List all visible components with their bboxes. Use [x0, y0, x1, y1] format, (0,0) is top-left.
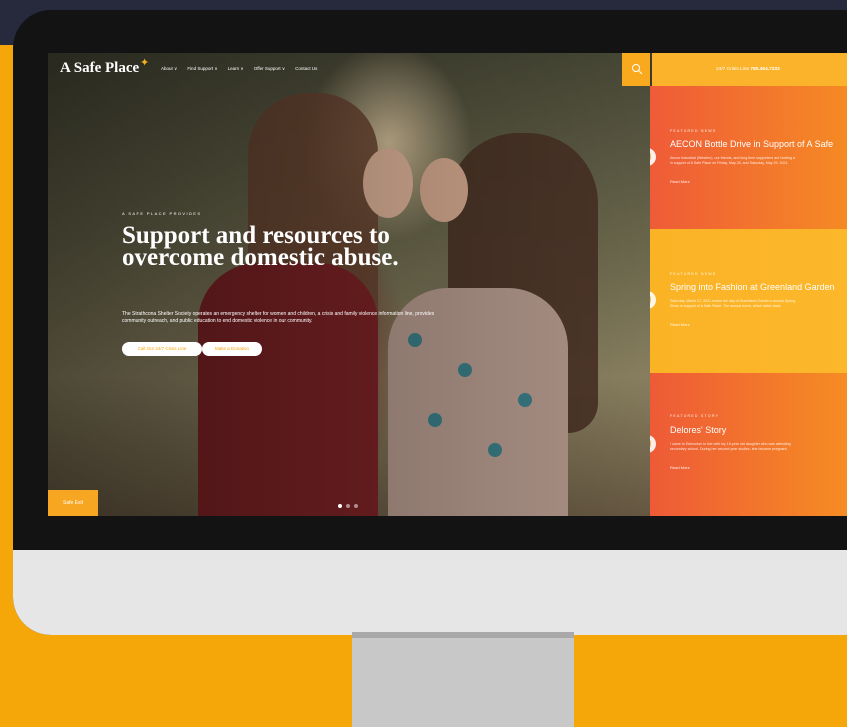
- featured-label: FEATURED NEWS: [670, 129, 717, 133]
- crisis-line-bar[interactable]: 24/7 Crisis Line 780.464.7233: [652, 53, 847, 86]
- featured-card[interactable]: FEATURED STORY Delores' Story I came to …: [650, 373, 847, 516]
- crisis-line-number: 780.464.7233: [750, 67, 780, 72]
- main-navigation: About ∨ Find Support ∨ Learn ∨ Offer Sup…: [161, 66, 317, 72]
- slider-dot[interactable]: [354, 504, 358, 508]
- crisis-line-label: 24/7 Crisis Line: [716, 67, 750, 72]
- crisis-line-button[interactable]: Call Our 24/7 Crisis Line: [122, 342, 202, 356]
- read-more-link[interactable]: Read More: [670, 322, 690, 327]
- featured-title[interactable]: Delores' Story: [670, 425, 726, 435]
- slider-dot[interactable]: [338, 504, 342, 508]
- story-icon: [650, 435, 656, 453]
- featured-excerpt: Saturday, March 27, 2021 marks the day o…: [670, 299, 796, 308]
- featured-label: FEATURED NEWS: [670, 272, 717, 276]
- search-button[interactable]: [622, 53, 650, 86]
- butterfly-icon: ✦: [140, 57, 150, 69]
- hero-description: The Strathcona Shelter Society operates …: [122, 311, 435, 324]
- featured-title[interactable]: Spring into Fashion at Greenland Garden: [670, 282, 835, 292]
- featured-title[interactable]: AECON Bottle Drive in Support of A Safe: [670, 139, 833, 149]
- monitor-stand: [352, 632, 574, 727]
- read-more-link[interactable]: Read More: [670, 465, 690, 470]
- featured-card[interactable]: FEATURED NEWS Spring into Fashion at Gre…: [650, 229, 847, 373]
- website-screen: A Safe Place ✦ About ∨ Find Support ∨ Le…: [48, 53, 847, 516]
- nav-item-find-support[interactable]: Find Support ∨: [187, 66, 217, 72]
- featured-card[interactable]: FEATURED NEWS AECON Bottle Drive in Supp…: [650, 86, 847, 229]
- slider-dot[interactable]: [346, 504, 350, 508]
- site-header: A Safe Place ✦ About ∨ Find Support ∨ Le…: [48, 53, 650, 86]
- featured-label: FEATURED STORY: [670, 414, 720, 418]
- crisis-line-text: 24/7 Crisis Line 780.464.7233: [716, 67, 780, 72]
- search-icon: [632, 64, 643, 75]
- news-icon: [650, 148, 656, 166]
- featured-excerpt: Aecon Industrial (Western), our friends,…: [670, 156, 795, 165]
- news-icon: [650, 291, 656, 309]
- hero-headline: Support and resources to overcome domest…: [122, 222, 399, 271]
- hero-eyebrow: A SAFE PLACE PROVIDES: [122, 211, 202, 216]
- featured-excerpt: I came to Edmonton to live with my 19-ye…: [670, 442, 791, 451]
- nav-item-about[interactable]: About ∨: [161, 66, 177, 72]
- hero-banner: A Safe Place ✦ About ∨ Find Support ∨ Le…: [48, 53, 650, 516]
- slider-pager: [338, 504, 358, 508]
- safe-exit-button[interactable]: Safe Exit: [48, 490, 98, 516]
- hero-overlay: [48, 53, 650, 516]
- site-logo[interactable]: A Safe Place: [60, 60, 139, 77]
- monitor-stand-shadow: [352, 632, 574, 638]
- read-more-link[interactable]: Read More: [670, 179, 690, 184]
- donate-button[interactable]: Make a Donation: [202, 342, 262, 356]
- nav-item-learn[interactable]: Learn ∨: [228, 66, 244, 72]
- nav-item-offer-support[interactable]: Offer Support ∨: [254, 66, 285, 72]
- monitor-chin: [13, 550, 847, 635]
- nav-item-contact[interactable]: Contact Us: [295, 66, 317, 72]
